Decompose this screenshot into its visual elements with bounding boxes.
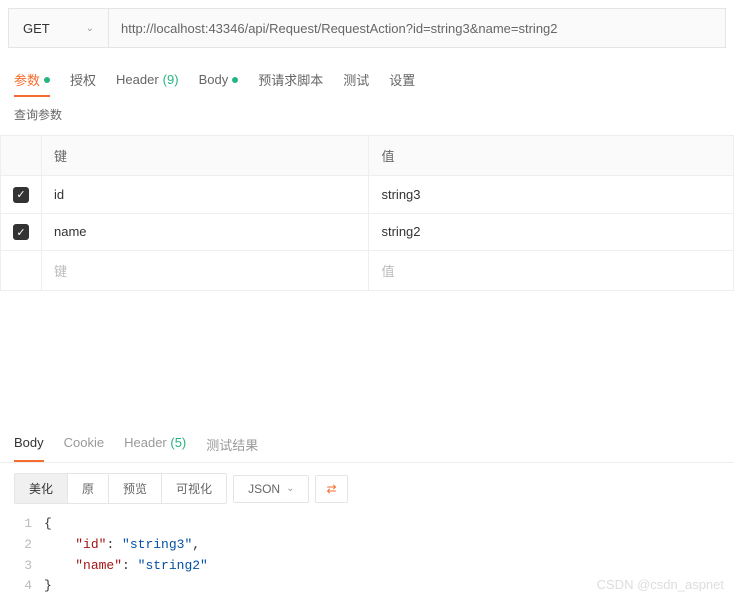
json-value: "string2" (138, 558, 208, 573)
param-value-cell[interactable]: string3 (369, 176, 734, 214)
chevron-down-icon: ⌄ (86, 23, 94, 34)
tab-header[interactable]: Header (9) (116, 64, 179, 97)
wrap-icon-button[interactable]: ⇄ (315, 475, 347, 503)
pretty-button[interactable]: 美化 (14, 473, 68, 504)
resp-tab-header-count: (5) (170, 435, 186, 450)
line-number: 4 (14, 576, 44, 597)
json-value: "string3" (122, 537, 192, 552)
http-method-select[interactable]: GET ⌄ (9, 9, 109, 47)
row-checkbox[interactable]: ✓ (13, 187, 29, 203)
line-number: 3 (14, 556, 44, 577)
response-tabs: Body Cookie Header (5) 测试结果 (0, 421, 734, 463)
format-select[interactable]: JSON ⌄ (233, 475, 309, 503)
json-open-brace: { (44, 516, 52, 531)
tab-prerequest[interactable]: 预请求脚本 (258, 64, 323, 97)
tab-header-label: Header (116, 72, 159, 87)
value-column-header: 值 (369, 136, 734, 176)
table-row: ✓ id string3 (1, 176, 734, 214)
resp-tab-header-label: Header (124, 435, 167, 450)
line-number: 2 (14, 535, 44, 556)
json-key: "name" (75, 558, 122, 573)
wrap-icon: ⇄ (326, 482, 336, 496)
resp-tab-body[interactable]: Body (14, 429, 44, 462)
preview-button[interactable]: 预览 (108, 473, 162, 504)
tab-tests[interactable]: 测试 (343, 64, 369, 97)
json-close-brace: } (44, 578, 52, 593)
spacer (0, 291, 734, 421)
param-key-cell[interactable]: name (42, 213, 369, 251)
view-mode-group: 美化 原 预览 可视化 (14, 473, 227, 504)
tab-settings[interactable]: 设置 (389, 64, 415, 97)
tab-body[interactable]: Body (199, 64, 239, 97)
row-checkbox[interactable]: ✓ (13, 224, 29, 240)
tab-header-count: (9) (163, 72, 179, 87)
resp-tab-results[interactable]: 测试结果 (206, 429, 258, 462)
param-value-input[interactable]: 值 (369, 251, 734, 291)
checkbox-column-header (1, 136, 42, 176)
method-label: GET (23, 21, 50, 36)
param-value-cell[interactable]: string2 (369, 213, 734, 251)
format-label: JSON (248, 482, 280, 496)
resp-tab-cookie[interactable]: Cookie (64, 429, 104, 462)
status-dot-icon (44, 77, 50, 83)
raw-button[interactable]: 原 (67, 473, 109, 504)
tab-params[interactable]: 参数 (14, 64, 50, 97)
watermark: CSDN @csdn_aspnet (597, 577, 724, 592)
response-toolbar: 美化 原 预览 可视化 JSON ⌄ ⇄ (0, 463, 734, 514)
table-row: ✓ name string2 (1, 213, 734, 251)
key-column-header: 键 (42, 136, 369, 176)
request-tabs: 参数 授权 Header (9) Body 预请求脚本 测试 设置 (0, 56, 734, 98)
tab-auth[interactable]: 授权 (70, 64, 96, 97)
line-number: 1 (14, 514, 44, 535)
param-key-input[interactable]: 键 (42, 251, 369, 291)
visual-button[interactable]: 可视化 (161, 473, 227, 504)
json-key: "id" (75, 537, 106, 552)
chevron-down-icon: ⌄ (286, 483, 294, 494)
tab-body-label: Body (199, 72, 229, 87)
url-bar: GET ⌄ (8, 8, 726, 48)
tab-params-label: 参数 (14, 70, 40, 89)
url-input[interactable] (109, 9, 725, 47)
params-table: 键 值 ✓ id string3 ✓ name string2 键 值 (0, 135, 734, 291)
resp-tab-header[interactable]: Header (5) (124, 429, 186, 462)
response-body[interactable]: 1 { 2 "id": "string3", 3 "name": "string… (0, 514, 734, 611)
query-params-section-label: 查询参数 (0, 98, 734, 131)
param-key-cell[interactable]: id (42, 176, 369, 214)
status-dot-icon (232, 77, 238, 83)
table-row-new: 键 值 (1, 251, 734, 291)
empty-check-cell (1, 251, 42, 291)
